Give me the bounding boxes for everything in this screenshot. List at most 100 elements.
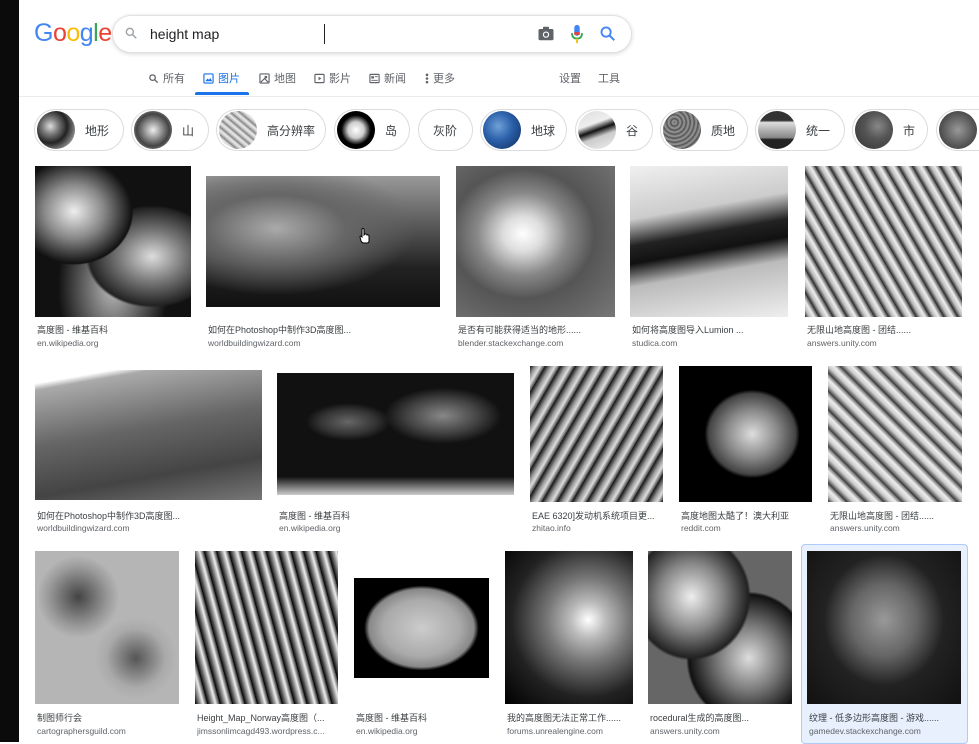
result-image[interactable]: [354, 578, 489, 678]
chip-thumbnail: [939, 111, 977, 149]
result-tile[interactable]: 如何将高度图导入Lumion ... studica.com: [630, 166, 788, 352]
result-image[interactable]: [807, 551, 961, 704]
camera-icon[interactable]: [537, 25, 555, 42]
google-logo[interactable]: Google: [34, 19, 112, 48]
result-image[interactable]: [505, 551, 633, 704]
result-title[interactable]: 我的高度图无法正常工作......: [507, 711, 633, 724]
tools-label: 工具: [598, 73, 620, 85]
result-tile[interactable]: 纹理 - 低多边形高度图 - 游戏...... gamedev.stackexc…: [807, 551, 961, 742]
result-image[interactable]: [206, 176, 440, 307]
result-source: zhitao.info: [532, 523, 571, 533]
result-tile[interactable]: Height_Map_Norway高度图（... jimssonlimcagd4…: [195, 551, 338, 742]
image-icon: [203, 72, 214, 84]
result-tile[interactable]: 是否有可能获得适当的地形...... blender.stackexchange…: [456, 166, 615, 352]
result-tile[interactable]: EAE 6320]发动机系统项目更... zhitao.info: [530, 366, 663, 536]
chip-label: 地形: [85, 123, 110, 138]
settings-label: 设置: [559, 73, 581, 85]
result-tile[interactable]: 高度图 - 维基百科 en.wikipedia.org: [277, 366, 514, 536]
result-title[interactable]: EAE 6320]发动机系统项目更...: [532, 509, 663, 522]
result-title[interactable]: 如何将高度图导入Lumion ...: [632, 323, 788, 336]
search-input[interactable]: height map: [150, 26, 219, 42]
result-tile[interactable]: 我的高度图无法正常工作...... forums.unrealengine.co…: [505, 551, 633, 742]
chip-thumbnail: [134, 111, 172, 149]
result-title[interactable]: 高度图 - 维基百科: [37, 323, 191, 336]
tab-label: 更多: [433, 73, 455, 85]
result-source: forums.unrealengine.com: [507, 726, 603, 736]
result-image[interactable]: [679, 366, 812, 502]
tab-label: 影片: [329, 73, 351, 85]
result-tile[interactable]: 无限山地高度图 - 团结...... answers.unity.com: [828, 366, 962, 536]
tabs-divider: [19, 96, 979, 97]
result-source: blender.stackexchange.com: [458, 338, 564, 348]
microphone-icon[interactable]: [570, 24, 584, 44]
search-submit-icon[interactable]: [599, 25, 616, 42]
chip-more[interactable]: [936, 109, 979, 151]
result-source: en.wikipedia.org: [356, 726, 418, 736]
chip-valley[interactable]: 谷: [575, 109, 653, 151]
result-tile[interactable]: 如何在Photoshop中制作3D高度图... worldbuildingwiz…: [206, 166, 440, 352]
logo-letter: o: [52, 19, 67, 47]
chip-earth[interactable]: 地球: [480, 109, 567, 151]
left-edge-bar: [0, 0, 19, 742]
active-tab-indicator: [195, 92, 249, 95]
tab-images[interactable]: 图片: [203, 70, 240, 86]
result-image[interactable]: [805, 166, 962, 317]
result-tile[interactable]: rocedural生成的高度图... answers.unity.com: [648, 551, 792, 742]
result-tile[interactable]: 高度图 - 维基百科 en.wikipedia.org: [354, 551, 489, 742]
result-tile[interactable]: 高度图 - 维基百科 en.wikipedia.org: [35, 166, 191, 352]
tab-maps[interactable]: 地图: [259, 70, 296, 86]
chip-island[interactable]: 岛: [334, 109, 410, 151]
result-title[interactable]: 是否有可能获得适当的地形......: [458, 323, 615, 336]
result-title[interactable]: 无限山地高度图 - 团结......: [830, 509, 962, 522]
chip-terrain[interactable]: 地形: [34, 109, 124, 151]
result-image[interactable]: [530, 366, 663, 502]
result-tile[interactable]: 高度地图太酷了！澳大利亚 reddit.com: [679, 366, 812, 536]
result-title[interactable]: 无限山地高度图 - 团结......: [807, 323, 962, 336]
result-title[interactable]: 高度地图太酷了！澳大利亚: [681, 509, 812, 522]
chip-mountain[interactable]: 山: [131, 109, 209, 151]
tab-more[interactable]: 更多: [425, 70, 455, 86]
chip-label: 灰阶: [433, 123, 458, 138]
result-title[interactable]: 纹理 - 低多边形高度图 - 游戏......: [809, 711, 961, 724]
result-image[interactable]: [456, 166, 615, 317]
tab-news[interactable]: 新闻: [369, 70, 406, 86]
result-title[interactable]: 高度图 - 维基百科: [279, 509, 514, 522]
result-source: reddit.com: [681, 523, 721, 533]
result-tile[interactable]: 制图师行会 cartographersguild.com: [35, 551, 179, 742]
chip-thumbnail: [219, 111, 257, 149]
result-title[interactable]: 如何在Photoshop中制作3D高度图...: [208, 323, 440, 336]
result-tile[interactable]: 无限山地高度图 - 团结...... answers.unity.com: [805, 166, 962, 352]
result-source: studica.com: [632, 338, 678, 348]
result-image[interactable]: [195, 551, 338, 704]
result-title[interactable]: 制图师行会: [37, 711, 179, 724]
chip-thumbnail: [758, 111, 796, 149]
chip-texture[interactable]: 质地: [660, 109, 748, 151]
result-title[interactable]: Height_Map_Norway高度图（...: [197, 711, 338, 724]
result-image[interactable]: [277, 373, 514, 495]
chip-grayscale[interactable]: 灰阶: [418, 109, 473, 151]
chip-label: 谷: [626, 123, 639, 138]
result-title[interactable]: 高度图 - 维基百科: [356, 711, 489, 724]
result-title[interactable]: 如何在Photoshop中制作3D高度图...: [37, 509, 262, 522]
tools-link[interactable]: 工具: [598, 70, 620, 86]
result-image[interactable]: [35, 551, 179, 704]
chip-city[interactable]: 市: [852, 109, 928, 151]
result-image[interactable]: [630, 166, 788, 317]
logo-letter: G: [34, 19, 53, 47]
result-image[interactable]: [828, 366, 962, 502]
result-tile[interactable]: 如何在Photoshop中制作3D高度图... worldbuildingwiz…: [35, 366, 262, 536]
chip-unity[interactable]: 统一: [755, 109, 845, 151]
search-box[interactable]: height map: [112, 15, 632, 53]
result-image[interactable]: [648, 551, 792, 704]
tab-videos[interactable]: 影片: [314, 70, 351, 86]
settings-link[interactable]: 设置: [559, 70, 581, 86]
result-title[interactable]: rocedural生成的高度图...: [650, 711, 792, 724]
chip-high-resolution[interactable]: 高分辨率: [216, 109, 326, 151]
result-image[interactable]: [35, 166, 191, 317]
result-image[interactable]: [35, 370, 262, 500]
chip-thumbnail: [663, 111, 701, 149]
result-source: en.wikipedia.org: [279, 523, 341, 533]
result-source: cartographersguild.com: [37, 726, 126, 736]
tab-all[interactable]: 所有: [148, 70, 185, 86]
chip-label: 统一: [806, 123, 831, 138]
